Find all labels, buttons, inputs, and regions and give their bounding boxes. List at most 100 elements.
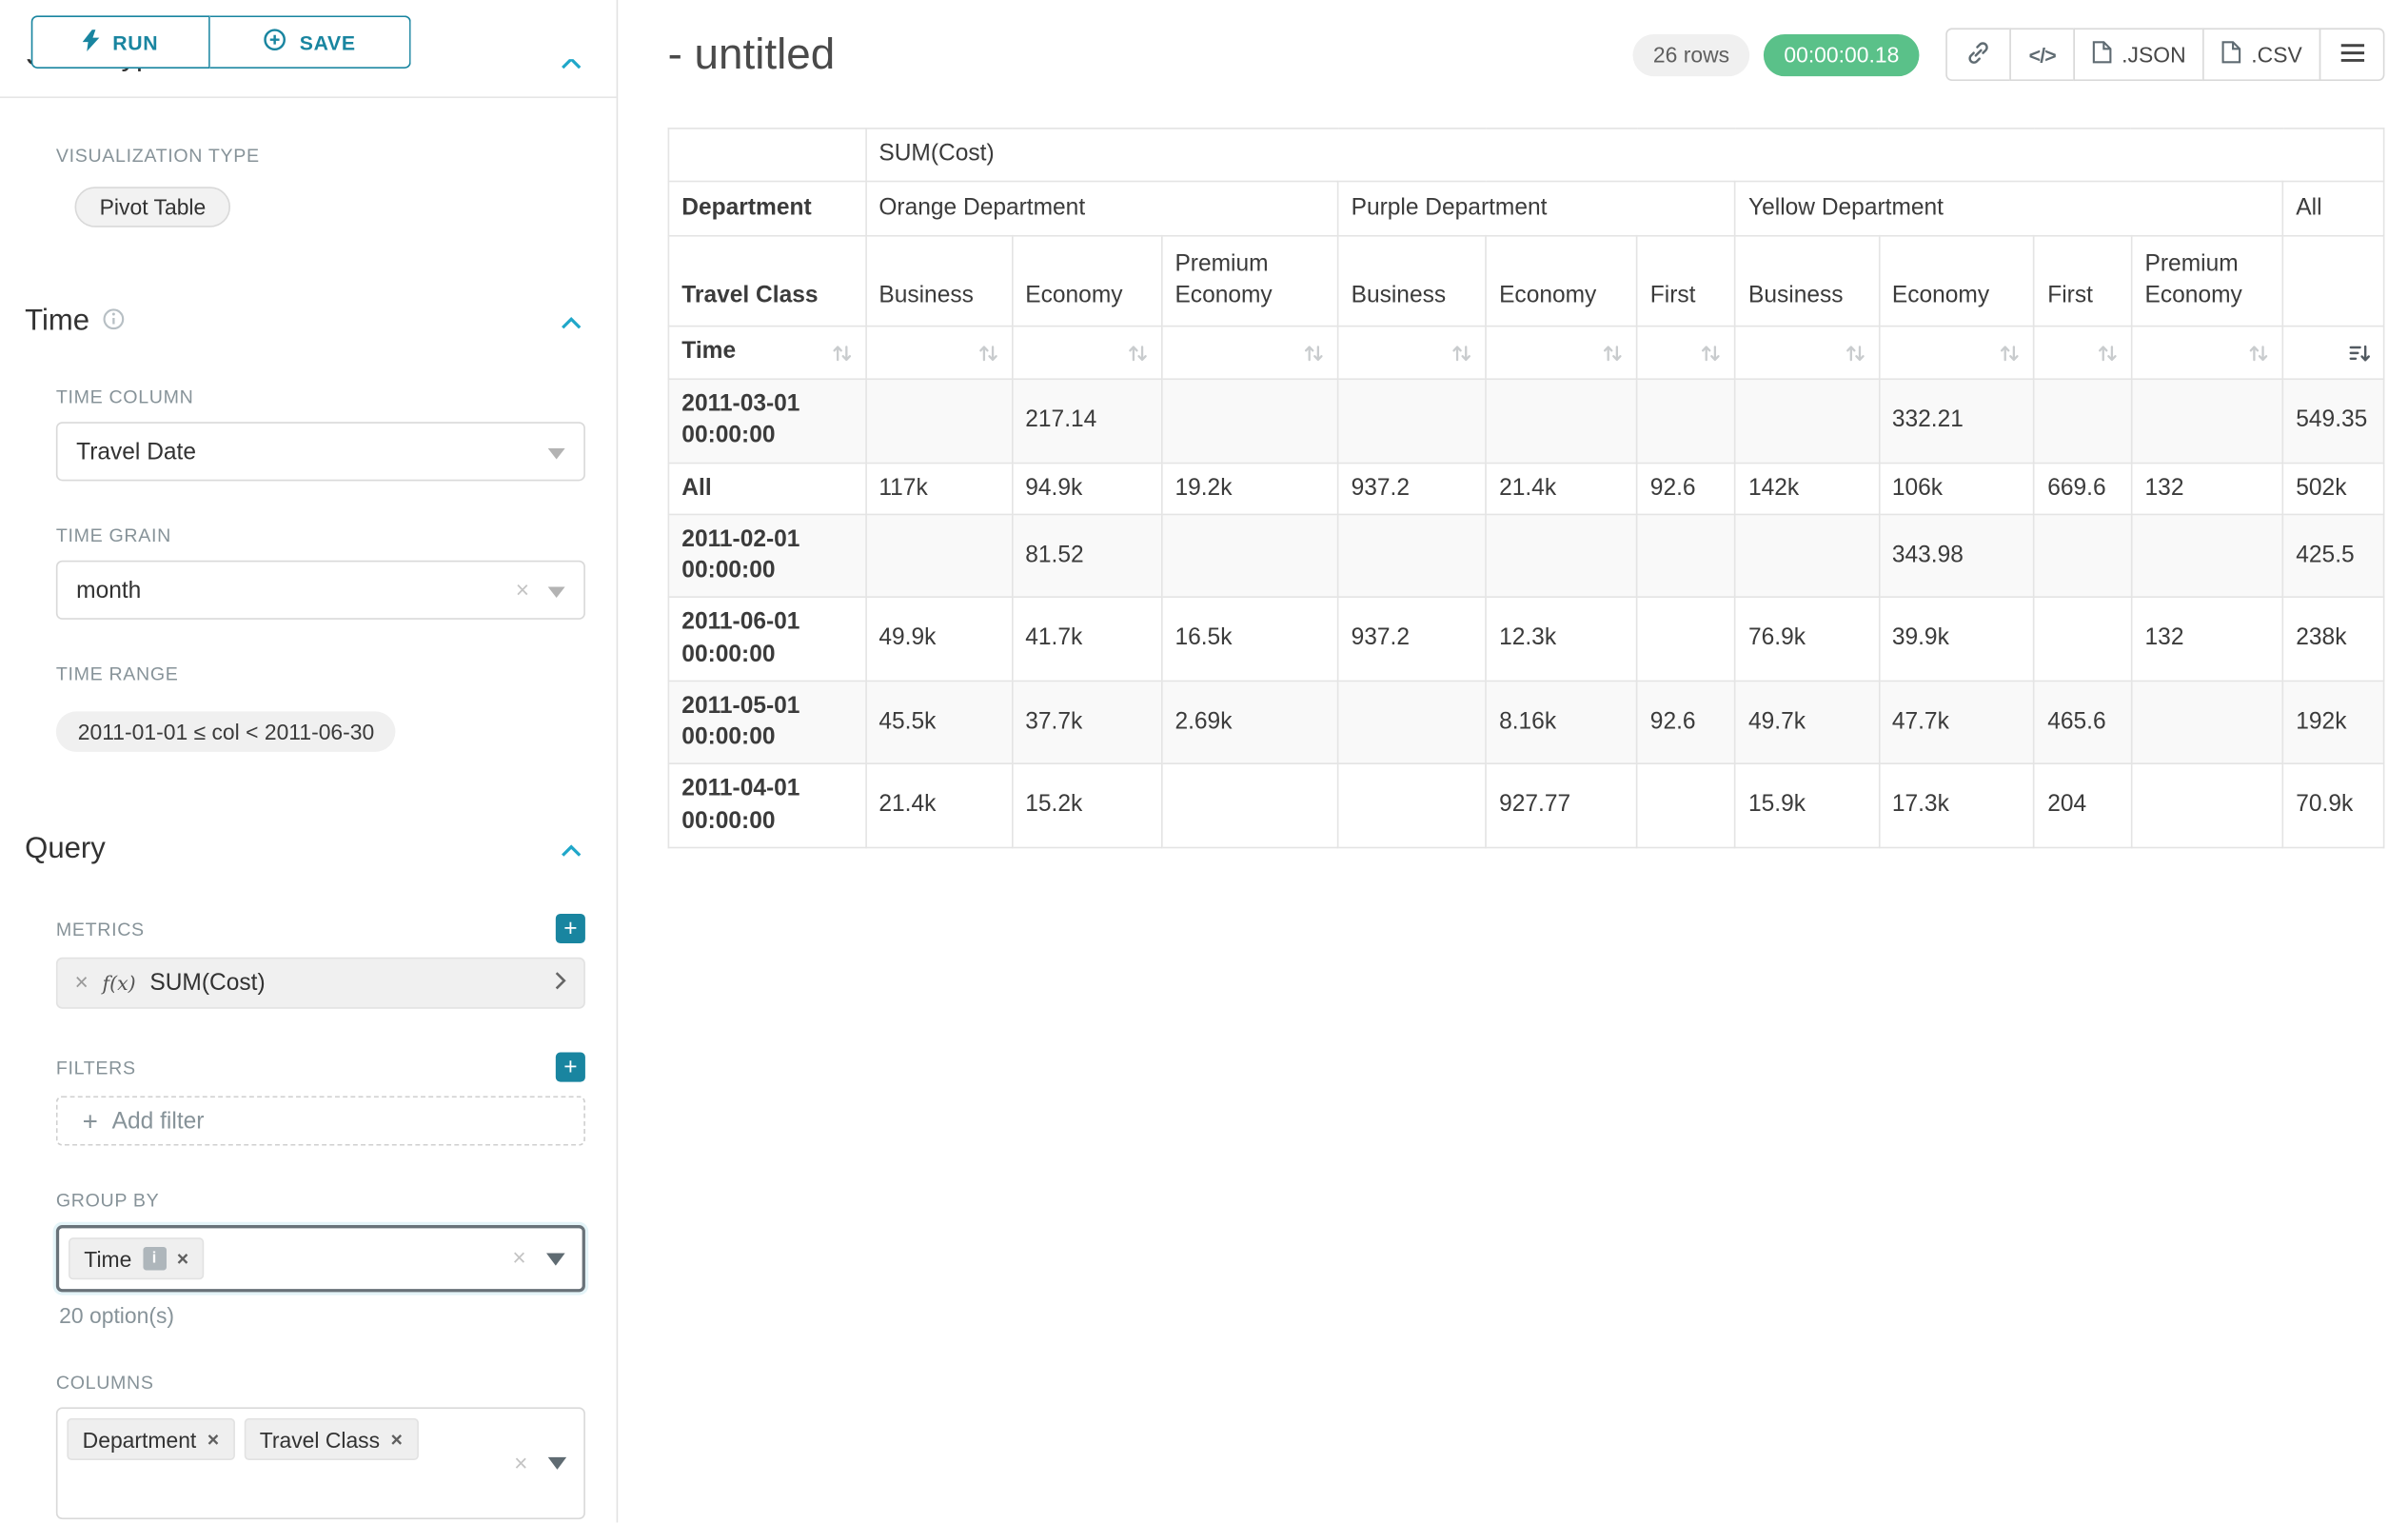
- clear-icon[interactable]: ×: [512, 1245, 525, 1272]
- value-cell: 425.5: [2282, 514, 2383, 597]
- remove-metric-icon[interactable]: ×: [74, 970, 88, 997]
- view-query-button[interactable]: </>: [2009, 28, 2075, 81]
- run-button[interactable]: RUN: [31, 15, 210, 69]
- sort-header[interactable]: [1879, 326, 2034, 380]
- column-dimension-label: Department: [668, 182, 865, 236]
- pivot-table: SUM(Cost)DepartmentOrange DepartmentPurp…: [668, 128, 2385, 848]
- column-group-header: Yellow Department: [1735, 182, 2282, 236]
- value-cell: [1735, 379, 1879, 462]
- collapse-section-icon[interactable]: [561, 306, 582, 340]
- run-button-label: RUN: [112, 30, 158, 54]
- row-label: 2011-02-01 00:00:00: [668, 514, 865, 597]
- plus-icon: +: [83, 1108, 98, 1135]
- chart-title[interactable]: - untitled: [668, 30, 836, 79]
- tag-label: Time: [84, 1246, 131, 1271]
- value-cell: [1338, 379, 1486, 462]
- sort-header[interactable]: [865, 326, 1012, 380]
- remove-tag-icon[interactable]: ×: [391, 1428, 403, 1452]
- value-cell: 8.16k: [1486, 681, 1637, 763]
- value-cell: [2132, 379, 2283, 462]
- clear-icon[interactable]: ×: [516, 577, 548, 603]
- value-cell: 106k: [1879, 463, 2034, 514]
- time-range-label: TIME RANGE: [56, 663, 585, 685]
- value-cell: 21.4k: [1486, 463, 1637, 514]
- table-row: 2011-04-01 00:00:0021.4k15.2k927.7715.9k…: [668, 764, 2383, 847]
- remove-tag-icon[interactable]: ×: [207, 1428, 219, 1452]
- hamburger-icon: [2340, 42, 2364, 67]
- sort-header[interactable]: [1338, 326, 1486, 380]
- export-csv-button[interactable]: .CSV: [2203, 28, 2321, 81]
- metric-name: SUM(Cost): [149, 970, 265, 997]
- sort-header[interactable]: [1637, 326, 1735, 380]
- time-range-value[interactable]: 2011-01-01 ≤ col < 2011-06-30: [56, 711, 396, 752]
- share-link-button[interactable]: [1945, 28, 2011, 81]
- row-label: 2011-06-01 00:00:00: [668, 598, 865, 681]
- value-cell: 15.9k: [1735, 764, 1879, 847]
- row-count-badge: 26 rows: [1633, 33, 1750, 75]
- value-cell: 49.9k: [865, 598, 1012, 681]
- save-button[interactable]: SAVE: [210, 15, 411, 69]
- group-by-select[interactable]: Timei × ×: [56, 1225, 585, 1292]
- time-grain-label: TIME GRAIN: [56, 524, 585, 546]
- query-section-title: Query: [25, 833, 106, 867]
- travel-class-header: First: [2034, 236, 2131, 326]
- columns-select[interactable]: Department×Travel Class× ×: [56, 1407, 585, 1519]
- visualization-type-value[interactable]: Pivot Table: [74, 187, 230, 227]
- metric-header: SUM(Cost): [865, 129, 2383, 182]
- sort-header[interactable]: [1012, 326, 1161, 380]
- clear-icon[interactable]: ×: [514, 1450, 527, 1476]
- row-label: All: [668, 463, 865, 514]
- value-cell: 238k: [2282, 598, 2383, 681]
- columns-label: COLUMNS: [56, 1372, 585, 1394]
- tag-label: Department: [83, 1427, 197, 1452]
- remove-tag-icon[interactable]: ×: [177, 1247, 188, 1271]
- table-row: All117k94.9k19.2k937.221.4k92.6142k106k6…: [668, 463, 2383, 514]
- sort-header[interactable]: [1735, 326, 1879, 380]
- control-panel: RUN SAVE Chart Type VISUALIZATION TYPE P…: [0, 0, 618, 1522]
- selected-option-tag[interactable]: Department ×: [67, 1418, 234, 1460]
- add-metric-button[interactable]: +: [556, 914, 585, 943]
- value-cell: [1162, 514, 1338, 597]
- selected-option-tag[interactable]: Travel Class×: [244, 1418, 418, 1460]
- sort-header[interactable]: [1162, 326, 1338, 380]
- sort-header[interactable]: [2132, 326, 2283, 380]
- query-section-header: Query: [0, 830, 617, 871]
- value-cell: 70.9k: [2282, 764, 2383, 847]
- info-icon: i: [143, 1247, 167, 1271]
- add-filter-plus-button[interactable]: +: [556, 1053, 585, 1082]
- value-cell: 332.21: [1879, 379, 2034, 462]
- caret-down-icon[interactable]: [548, 438, 565, 465]
- chart-header: - untitled 26 rows 00:00:00.18 </>: [668, 28, 2385, 81]
- time-column-select[interactable]: Travel Date: [56, 422, 585, 481]
- value-cell: [2132, 514, 2283, 597]
- value-cell: 92.6: [1637, 681, 1735, 763]
- value-cell: [1486, 514, 1637, 597]
- sort-header[interactable]: [1486, 326, 1637, 380]
- value-cell: 92.6: [1637, 463, 1735, 514]
- row-label: 2011-03-01 00:00:00: [668, 379, 865, 462]
- sort-header[interactable]: [2034, 326, 2131, 380]
- collapse-section-icon[interactable]: [561, 833, 582, 867]
- metric-item[interactable]: × f(x) SUM(Cost): [56, 958, 585, 1009]
- selected-option-tag[interactable]: Timei ×: [69, 1237, 205, 1279]
- caret-down-icon[interactable]: [548, 577, 565, 603]
- value-cell: 49.7k: [1735, 681, 1879, 763]
- value-cell: 2.69k: [1162, 681, 1338, 763]
- add-filter-button[interactable]: + Add filter: [56, 1096, 585, 1145]
- value-cell: [865, 379, 1012, 462]
- menu-button[interactable]: [2319, 28, 2385, 81]
- chevron-right-icon[interactable]: [554, 969, 566, 997]
- caret-down-icon[interactable]: [548, 1450, 567, 1477]
- plus-circle-icon: [264, 28, 287, 55]
- export-json-button[interactable]: .JSON: [2073, 28, 2204, 81]
- sort-header-active[interactable]: [2282, 326, 2383, 380]
- value-cell: 669.6: [2034, 463, 2131, 514]
- time-grain-select[interactable]: month ×: [56, 561, 585, 620]
- info-icon: [102, 306, 124, 340]
- table-row: 2011-06-01 00:00:0049.9k41.7k16.5k937.21…: [668, 598, 2383, 681]
- table-row: 2011-03-01 00:00:00217.14332.21549.35: [668, 379, 2383, 462]
- sort-header-time[interactable]: Time: [668, 326, 865, 380]
- caret-down-icon[interactable]: [546, 1245, 565, 1273]
- travel-class-header: Premium Economy: [1162, 236, 1338, 326]
- file-icon: [2221, 41, 2241, 69]
